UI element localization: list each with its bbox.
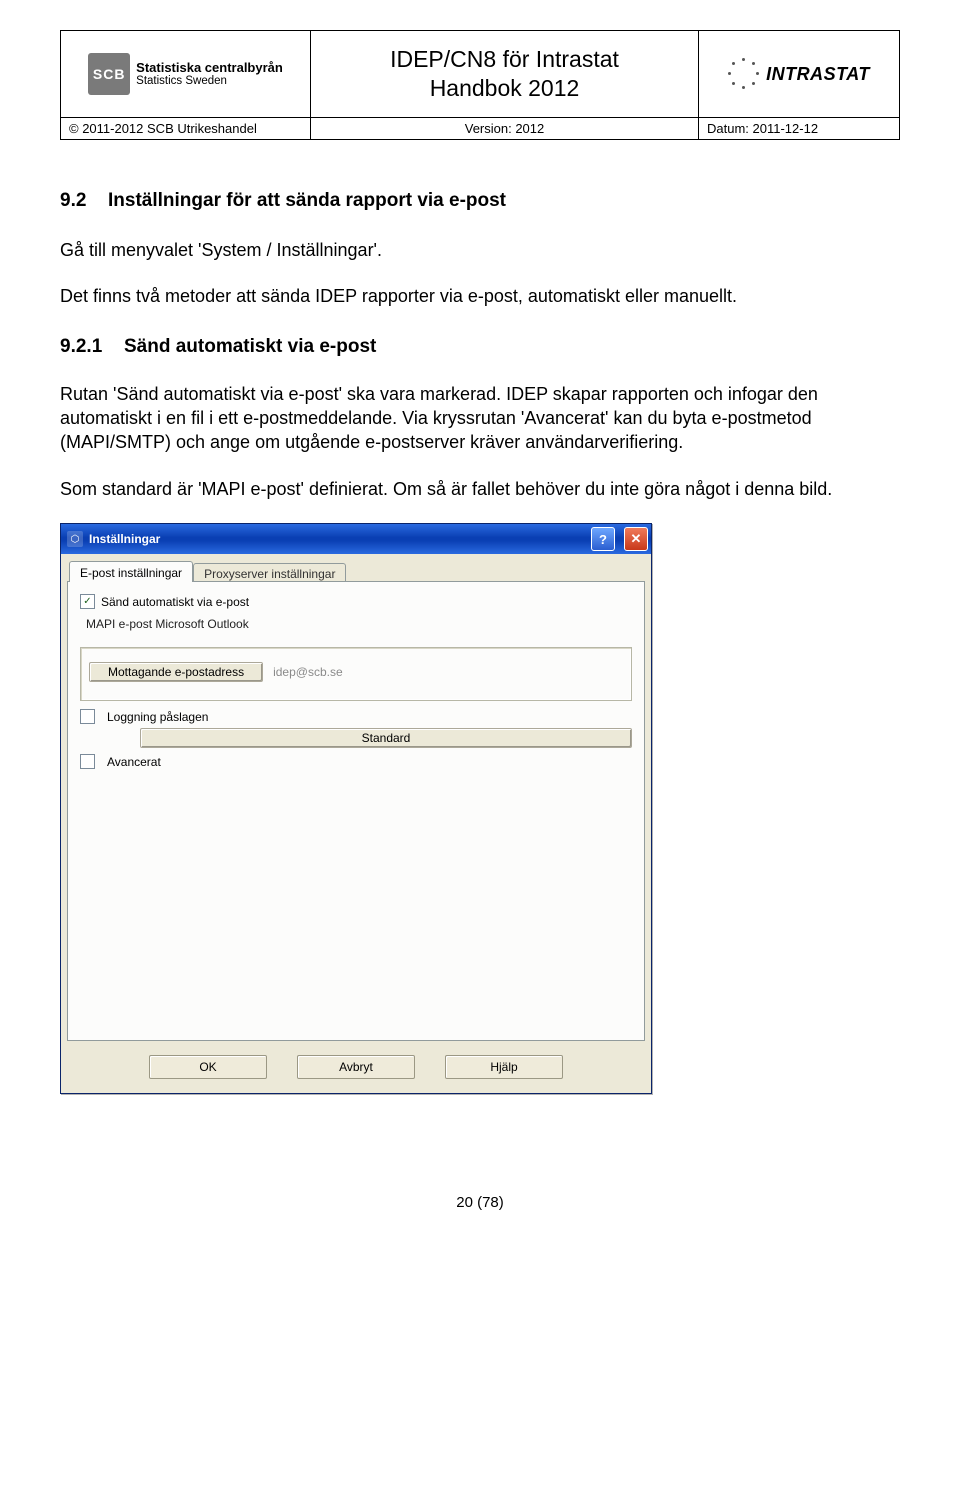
checkbox-logging-label: Loggning påslagen xyxy=(107,710,208,724)
recipient-groupbox: Mottagande e-postadress idep@scb.se xyxy=(80,647,632,701)
eu-stars-icon xyxy=(728,58,760,90)
section-number: 9.2 xyxy=(60,188,108,214)
checkbox-send-auto-label: Sänd automatiskt via e-post xyxy=(101,595,249,609)
titlebar-close-button[interactable]: ✕ xyxy=(624,527,648,551)
help-button[interactable]: Hjälp xyxy=(445,1055,563,1079)
checkbox-logging[interactable] xyxy=(80,709,95,724)
scb-line1: Statistiska centralbyrån xyxy=(136,61,283,75)
paragraph: Rutan 'Sänd automatiskt via e-post' ska … xyxy=(60,382,900,455)
logo-scb: SCB Statistiska centralbyrån Statistics … xyxy=(61,31,311,117)
paragraph: Det finns två metoder att sända IDEP rap… xyxy=(60,284,900,308)
settings-dialog: ⬡ Inställningar ? ✕ E-post inställningar… xyxy=(60,523,652,1094)
section-number: 9.2.1 xyxy=(60,334,124,360)
doc-title-line2: Handbok 2012 xyxy=(390,74,619,103)
checkbox-advanced-label: Avancerat xyxy=(107,755,161,769)
tab-proxy-settings[interactable]: Proxyserver inställningar xyxy=(193,563,346,583)
dialog-title: Inställningar xyxy=(89,532,585,546)
ok-button[interactable]: OK xyxy=(149,1055,267,1079)
app-icon: ⬡ xyxy=(67,531,83,547)
scb-line2: Statistics Sweden xyxy=(136,75,227,87)
recipient-email-value: idep@scb.se xyxy=(273,665,343,679)
doc-title-line1: IDEP/CN8 för Intrastat xyxy=(390,45,619,74)
recipient-label-button[interactable]: Mottagande e-postadress xyxy=(89,662,263,682)
scb-mark: SCB xyxy=(88,53,130,95)
cancel-button[interactable]: Avbryt xyxy=(297,1055,415,1079)
mapi-line: MAPI e-post Microsoft Outlook xyxy=(86,615,632,633)
standard-button[interactable]: Standard xyxy=(140,728,632,748)
doc-header-top: SCB Statistiska centralbyrån Statistics … xyxy=(60,30,900,118)
dialog-titlebar[interactable]: ⬡ Inställningar ? ✕ xyxy=(61,524,651,554)
titlebar-help-button[interactable]: ? xyxy=(591,527,615,551)
section-title: Sänd automatiskt via e-post xyxy=(124,336,376,357)
checkbox-advanced[interactable] xyxy=(80,754,95,769)
paragraph: Gå till menyvalet 'System / Inställninga… xyxy=(60,238,900,262)
section-heading-9-2: 9.2Inställningar för att sända rapport v… xyxy=(60,188,900,214)
page-number: 20 (78) xyxy=(60,1194,900,1211)
dialog-button-row: OK Avbryt Hjälp xyxy=(67,1041,645,1087)
doc-version: Version: 2012 xyxy=(311,118,699,139)
doc-date: Datum: 2011-12-12 xyxy=(699,118,899,139)
tab-strip: E-post inställningar Proxyserver inställ… xyxy=(67,560,645,582)
intrastat-text: INTRASTAT xyxy=(766,64,870,85)
doc-header-bottom: © 2011-2012 SCB Utrikeshandel Version: 2… xyxy=(60,118,900,140)
tab-email-settings[interactable]: E-post inställningar xyxy=(69,561,193,582)
section-title: Inställningar för att sända rapport via … xyxy=(108,190,506,211)
checkbox-send-auto[interactable]: ✓ xyxy=(80,594,95,609)
scb-text: Statistiska centralbyrån Statistics Swed… xyxy=(136,61,283,88)
doc-title: IDEP/CN8 för Intrastat Handbok 2012 xyxy=(311,31,699,117)
paragraph: Som standard är 'MAPI e-post' definierat… xyxy=(60,477,900,501)
tab-panel-email: ✓ Sänd automatiskt via e-post MAPI e-pos… xyxy=(67,581,645,1041)
doc-copyright: © 2011-2012 SCB Utrikeshandel xyxy=(61,118,311,139)
logo-intrastat: INTRASTAT xyxy=(699,31,899,117)
section-heading-9-2-1: 9.2.1Sänd automatiskt via e-post xyxy=(60,334,900,360)
